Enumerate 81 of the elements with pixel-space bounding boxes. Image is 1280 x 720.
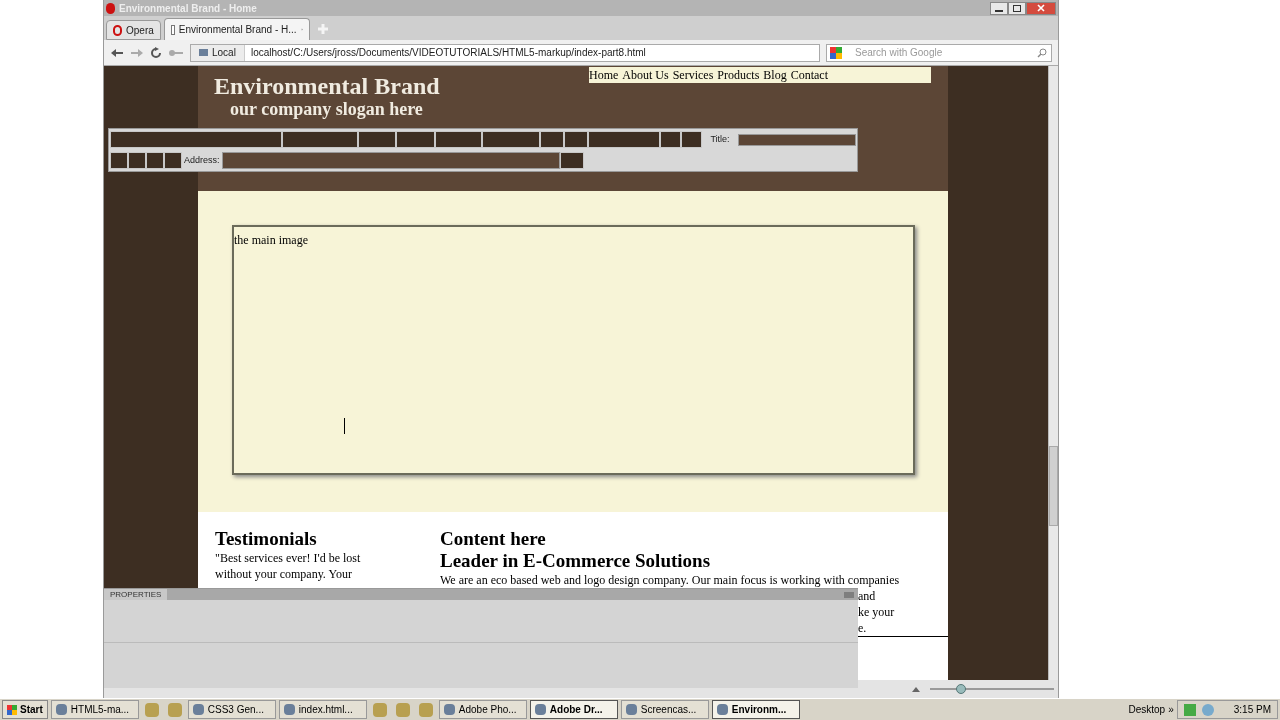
toolbar-slot[interactable]: [660, 131, 682, 148]
text-fragment: and: [858, 588, 877, 604]
testimonials-heading: Testimonials: [215, 528, 318, 550]
app-icon: [443, 704, 455, 715]
app-icon: [625, 704, 637, 715]
caret-icon: [912, 686, 920, 692]
app-icon: [283, 704, 295, 715]
title-field[interactable]: [737, 133, 856, 146]
toolbar-slot[interactable]: [128, 152, 146, 169]
toolbar-slot[interactable]: [281, 131, 359, 148]
text-fragment: ke your: [858, 604, 896, 620]
more-button[interactable]: »: [1168, 702, 1174, 717]
toolbar-slot[interactable]: [110, 131, 282, 148]
taskbar-button[interactable]: Adobe Dr...: [529, 700, 618, 719]
clock-text: 3:15 PM: [1233, 703, 1271, 717]
toolbar-slot[interactable]: [559, 152, 584, 169]
taskbar-button[interactable]: index.html...: [278, 700, 367, 719]
monitor-icon: [199, 49, 208, 56]
toolbar-slot[interactable]: [110, 152, 128, 169]
browser-tab[interactable]: Environmental Brand - H...: [163, 18, 310, 40]
page-icon: [170, 24, 175, 35]
content-heading: Content here: [440, 528, 547, 550]
taskbar-button[interactable]: Environm...: [711, 700, 800, 719]
nav-link[interactable]: Products: [717, 67, 760, 83]
toolbar-slot[interactable]: [358, 131, 397, 148]
toolbar-slot[interactable]: [434, 131, 483, 148]
app-icon: [55, 704, 67, 715]
search-icon[interactable]: [1037, 47, 1047, 58]
google-icon: [830, 46, 842, 59]
app-icon: [534, 704, 546, 715]
toolbar-slot[interactable]: [146, 152, 164, 169]
reload-icon[interactable]: [150, 46, 162, 59]
nav-link[interactable]: Blog: [763, 67, 787, 83]
url-text: localhost/C:/Users/jross/Documents/VIDEOTUTORIALS/HTML5-markup/index-part8.html: [250, 46, 646, 60]
toolbar-slot[interactable]: [164, 152, 182, 169]
slider-thumb[interactable]: [956, 684, 966, 694]
slogan-text: our company slogan here: [230, 98, 423, 121]
text-cursor: [344, 418, 345, 434]
address-input[interactable]: [221, 152, 560, 169]
toolbar-slot[interactable]: [482, 131, 540, 148]
text-fragment: e.: [858, 620, 948, 637]
toolbar-slot[interactable]: [681, 131, 703, 148]
content-text: We are an eco based web and logo design company. Our main focus is working with companies: [440, 572, 900, 588]
back-icon[interactable]: [110, 47, 124, 58]
app-icon: [192, 704, 204, 715]
testimonial-text: "Best services ever! I'd be lost without your company. Your: [215, 550, 362, 582]
minimize-button[interactable]: [990, 1, 1008, 15]
properties-tab[interactable]: PROPERTIES: [104, 589, 168, 600]
windows-logo-icon: [7, 704, 17, 715]
scrollbar[interactable]: [1048, 66, 1058, 680]
opera-menu-button[interactable]: Opera: [106, 20, 161, 40]
start-button[interactable]: Start: [2, 700, 48, 719]
nav-link[interactable]: Services: [672, 67, 714, 83]
toolbar-slot[interactable]: [587, 131, 661, 148]
taskbar-button[interactable]: CSS3 Gen...: [187, 700, 276, 719]
app-icon: [716, 704, 728, 715]
address-field[interactable]: Local localhost/C:/Users/jross/Documents/VIDEOTUTORIALS/HTML5-markup/index-part8.html: [190, 43, 820, 62]
taskbar-button[interactable]: Screencas...: [620, 700, 709, 719]
nav-link[interactable]: Contact: [790, 67, 828, 83]
taskbar-button[interactable]: HTML5-ma...: [50, 700, 139, 719]
window-title: Environmental Brand - Home: [119, 1, 257, 16]
app-icon: [106, 2, 115, 14]
image-label: the main image: [234, 233, 308, 247]
title-label: Title:: [710, 132, 730, 146]
nav-link[interactable]: Home: [589, 67, 619, 83]
content-subheading: Leader in E-Commerce Solutions: [440, 550, 712, 572]
address-label: Address:: [184, 153, 220, 167]
toolbar-slot[interactable]: [563, 131, 588, 148]
taskbar-button[interactable]: Adobe Pho...: [438, 700, 527, 719]
nav-link[interactable]: About Us: [622, 67, 669, 83]
close-button[interactable]: [1026, 1, 1056, 15]
toolbar-slot[interactable]: [396, 131, 435, 148]
search-placeholder: Search with Google: [855, 46, 944, 60]
local-badge: Local: [191, 44, 245, 61]
toolbar-slot[interactable]: [539, 131, 564, 148]
opera-logo-icon: [113, 24, 122, 36]
tab-title: Environmental Brand - H...: [178, 23, 297, 37]
brand-title: Environmental Brand: [214, 72, 440, 101]
maximize-button[interactable]: [1008, 1, 1026, 15]
desktop-label[interactable]: Desktop: [1128, 702, 1166, 717]
zoom-slider[interactable]: [930, 684, 1054, 694]
